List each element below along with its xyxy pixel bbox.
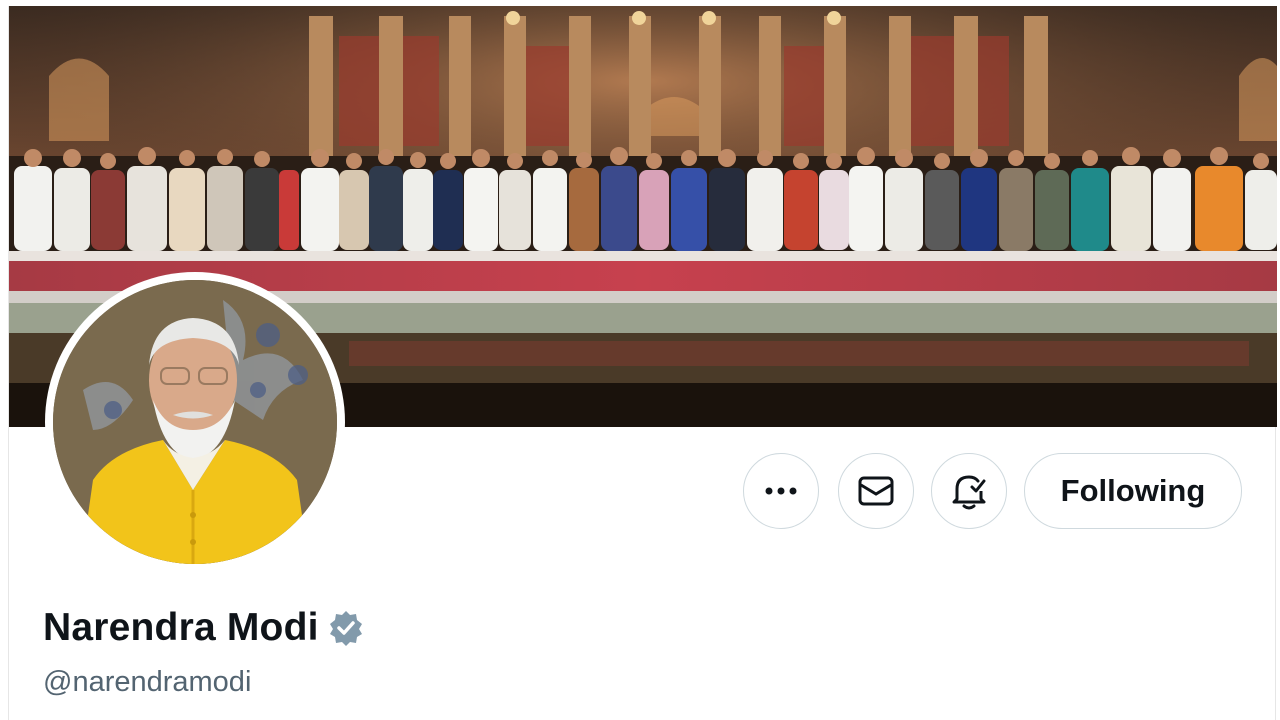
following-button[interactable]: Following <box>1024 453 1242 529</box>
message-button[interactable] <box>838 453 914 529</box>
bell-check-icon <box>952 475 986 510</box>
display-name: Narendra Modi <box>43 606 319 649</box>
profile-avatar[interactable] <box>45 272 345 572</box>
envelope-icon <box>858 476 894 506</box>
profile-name-row: Narendra Modi <box>43 606 365 650</box>
username-handle: @narendramodi <box>43 666 252 698</box>
ellipsis-icon <box>765 487 797 495</box>
notifications-button[interactable] <box>931 453 1007 529</box>
verified-badge-icon[interactable] <box>327 609 365 647</box>
profile-header: Following Narendra Modi @narendramodi <box>8 6 1277 720</box>
more-options-button[interactable] <box>743 453 819 529</box>
avatar-photo <box>53 280 337 564</box>
